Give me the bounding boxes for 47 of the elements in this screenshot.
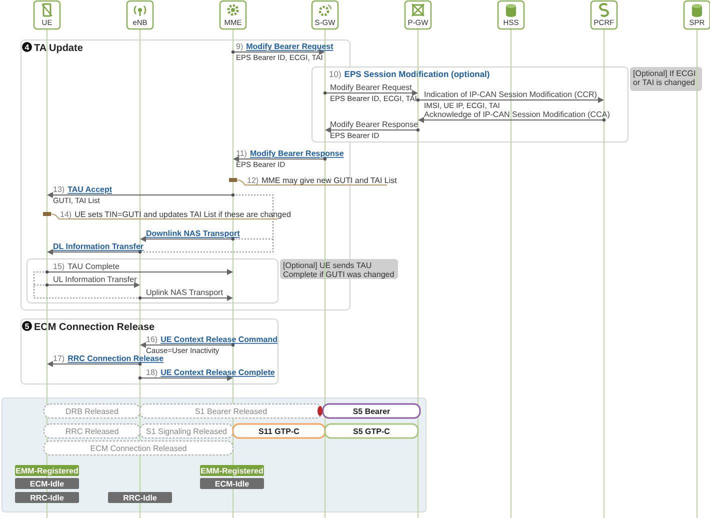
bearer-segment: S11 GTP-C [232, 423, 326, 439]
gear-icon [227, 4, 239, 16]
message-label: 18) UE Context Release Complete [146, 368, 275, 377]
phone-icon [42, 3, 52, 17]
released-segment: ECM Connection Released [44, 440, 234, 456]
message-label: 11) Modify Bearer Response [236, 149, 344, 158]
message-label: Modify Bearer Request [330, 83, 412, 92]
group-title: 10) EPS Session Modification (optional) [329, 69, 490, 79]
released-segment: S1 Bearer Released [140, 404, 322, 418]
antenna-icon [134, 5, 146, 16]
message-label: 13) TAU Accept [53, 185, 112, 194]
bearer-segment: S5 GTP-C [324, 423, 419, 439]
section-title: TA Update [34, 43, 83, 54]
message-label: 15) TAU Complete [53, 262, 120, 271]
step-badge: 5 [22, 321, 32, 331]
step-badge: 4 [22, 42, 32, 52]
local-action-note: 12) MME may give new GUTI and TAI List [229, 176, 397, 186]
note-box: [Optional] If ECGI or TAI is changed [630, 67, 702, 91]
state-badge: EMM-Registered [15, 465, 79, 476]
gear-icon [318, 4, 332, 16]
message-label: Acknowledge of IP-CAN Session Modification (CCA) [424, 110, 610, 119]
released-segment: S1 Signaling Released [140, 424, 234, 438]
bearer-end-marker [318, 406, 322, 416]
state-badge: EMM-Registered [200, 465, 264, 476]
message-label: Modify Bearer Response [330, 120, 418, 129]
section-title: ECM Connection Release [34, 322, 155, 333]
state-badge: ECM-Idle [15, 478, 79, 489]
message-label: 17) RRC Connection Release [53, 354, 164, 363]
message-label: 16) UE Context Release Command [146, 335, 278, 344]
bearer-segment: S5 Bearer [322, 403, 421, 419]
message-label: Indication of IP-CAN Session Modification (CCR) [424, 90, 597, 99]
message-label: UL Information Transfer [53, 275, 137, 284]
released-segment: DRB Released [44, 404, 140, 418]
message-label: Uplink NAS Transport [146, 288, 223, 297]
database-icon [692, 4, 702, 17]
router-icon [411, 3, 425, 17]
local-action-note: 14) UE sets TIN=GUTI and updates TAI List if these are changed [43, 210, 291, 220]
message-label: DL Information Transfer [53, 242, 144, 251]
released-segment: RRC Released [44, 424, 140, 438]
state-badge: RRC-Idle [15, 492, 79, 503]
note-box: [Optional] UE sends TAU Complete if GUTI was changed [280, 259, 398, 279]
state-badge: RRC-Idle [108, 492, 172, 503]
message-label: Downlink NAS Transport [146, 229, 240, 238]
database-icon [506, 4, 516, 17]
state-badge: ECM-Idle [200, 478, 264, 489]
swirl-icon [599, 3, 609, 17]
message-label: 9) Modify Bearer Request [236, 42, 334, 51]
